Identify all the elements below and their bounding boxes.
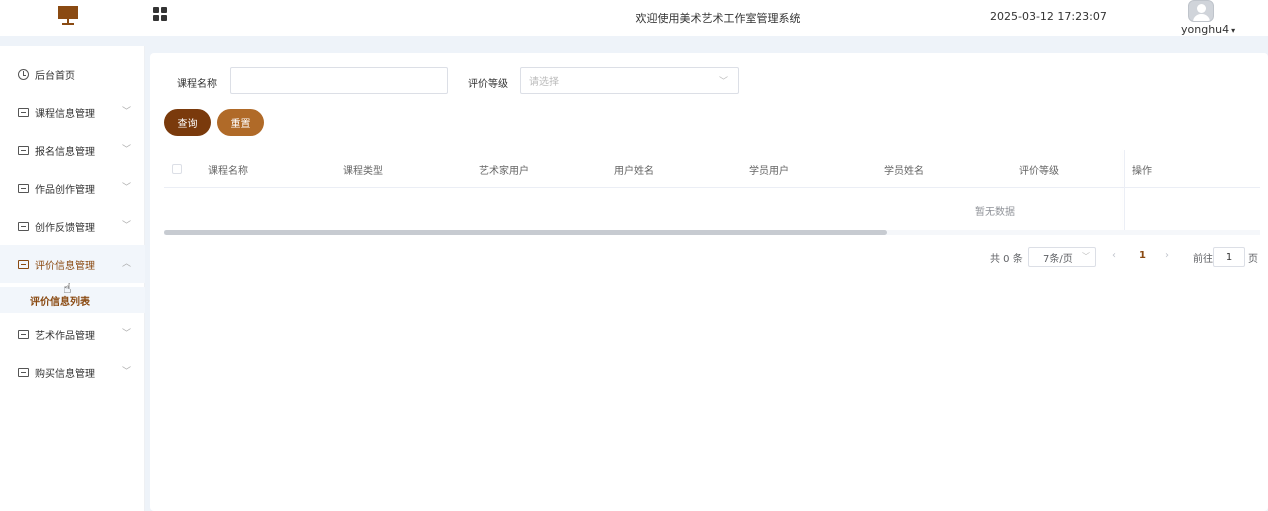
header-divider (0, 36, 1268, 46)
menu-icon (18, 259, 29, 269)
total-count: 共 0 条 (990, 254, 1023, 265)
column-header[interactable]: 课程名称 (208, 162, 248, 177)
current-datetime: 2025-03-12 17:23:07 (990, 10, 1107, 23)
chevron-down-icon: ﹀ (122, 221, 132, 231)
caret-down-icon: ▾ (1231, 26, 1236, 35)
empty-table-text: 暂无数据 (975, 207, 1015, 218)
sidebar-item-creation[interactable]: 作品创作管理 ﹀ (0, 169, 145, 207)
clock-icon (18, 68, 29, 80)
page-size-value: 7条/页 (1043, 253, 1073, 265)
column-header[interactable]: 课程类型 (343, 162, 383, 177)
chevron-down-icon: ﹀ (122, 107, 132, 117)
column-header[interactable]: 艺术家用户 (479, 162, 529, 177)
menu-toggle-icon[interactable] (153, 7, 168, 22)
horizontal-scrollbar-thumb[interactable] (164, 230, 887, 235)
site-title: 欢迎使用美术艺术工作室管理系统 (635, 12, 801, 25)
chevron-down-icon: ﹀ (1082, 252, 1090, 261)
sidebar-item-artwork[interactable]: 艺术作品管理 ﹀ (0, 315, 145, 353)
menu-icon (18, 367, 29, 377)
sidebar-item-label: 报名信息管理 (35, 146, 95, 158)
table-header (164, 150, 1260, 188)
hand-cursor-icon: ☝ (63, 281, 72, 297)
menu-icon (18, 145, 29, 155)
column-header[interactable]: 学员姓名 (884, 162, 924, 177)
course-name-label: 课程名称 (177, 79, 217, 90)
sidebar-item-label: 购买信息管理 (35, 368, 95, 380)
chevron-down-icon: ﹀ (718, 77, 728, 87)
sidebar-item-feedback[interactable]: 创作反馈管理 ﹀ (0, 207, 145, 245)
goto-label: 前往 (1193, 254, 1213, 265)
query-button[interactable]: 查询 (164, 109, 211, 136)
rating-level-select[interactable]: 请选择 ﹀ (520, 67, 739, 94)
username-label: yonghu4 (1181, 23, 1230, 36)
sidebar-item-purchase[interactable]: 购买信息管理 ﹀ (0, 353, 145, 391)
sidebar-item-home[interactable]: 后台首页 (0, 55, 145, 93)
menu-icon (18, 329, 29, 339)
chevron-down-icon: ﹀ (122, 145, 132, 155)
rating-level-placeholder: 请选择 (529, 77, 559, 88)
page-number[interactable]: 1 (1139, 250, 1146, 261)
page-suffix-label: 页 (1248, 254, 1258, 265)
sidebar-item-label: 创作反馈管理 (35, 222, 95, 234)
chevron-down-icon: ﹀ (122, 183, 132, 193)
user-dropdown[interactable]: yonghu4 ▾ (1181, 23, 1235, 36)
menu-icon (18, 107, 29, 117)
column-header[interactable]: 评价等级 (1019, 162, 1059, 177)
fixed-column-divider (1124, 150, 1125, 234)
column-header[interactable]: 用户姓名 (614, 162, 654, 177)
submenu-item-label: 评价信息列表 (30, 296, 90, 308)
chevron-down-icon: ﹀ (122, 367, 132, 377)
select-all-checkbox[interactable] (172, 164, 182, 174)
sidebar-item-label: 艺术作品管理 (35, 330, 95, 342)
course-name-input[interactable] (230, 67, 448, 94)
column-header: 操作 (1132, 166, 1152, 177)
column-header[interactable]: 学员用户 (749, 162, 789, 177)
monitor-logo-icon (58, 6, 78, 26)
prev-page-icon[interactable]: ‹ (1112, 250, 1116, 261)
goto-page-input[interactable] (1213, 247, 1245, 267)
chevron-up-icon: ︿ (122, 259, 132, 269)
submenu-item-rating-list[interactable]: 评价信息列表 (0, 287, 145, 313)
sidebar-item-course[interactable]: 课程信息管理 ﹀ (0, 93, 145, 131)
menu-icon (18, 221, 29, 231)
sidebar-item-label: 课程信息管理 (35, 108, 95, 120)
chevron-down-icon: ﹀ (122, 329, 132, 339)
top-bar: 欢迎使用美术艺术工作室管理系统 2025-03-12 17:23:07 yong… (0, 0, 1268, 36)
page-size-select[interactable]: 7条/页 ﹀ (1028, 247, 1096, 267)
rating-level-label: 评价等级 (468, 79, 508, 90)
menu-icon (18, 183, 29, 193)
sidebar-item-label: 后台首页 (35, 70, 75, 82)
sidebar-item-enrollment[interactable]: 报名信息管理 ﹀ (0, 131, 145, 169)
next-page-icon[interactable]: › (1165, 250, 1169, 261)
main-panel (150, 53, 1268, 511)
sidebar-item-label: 作品创作管理 (35, 184, 95, 196)
sidebar-item-label: 评价信息管理 (35, 260, 95, 272)
avatar[interactable] (1188, 0, 1214, 22)
reset-button[interactable]: 重置 (217, 109, 264, 136)
sidebar-item-rating[interactable]: 评价信息管理 ︿ (0, 245, 145, 283)
